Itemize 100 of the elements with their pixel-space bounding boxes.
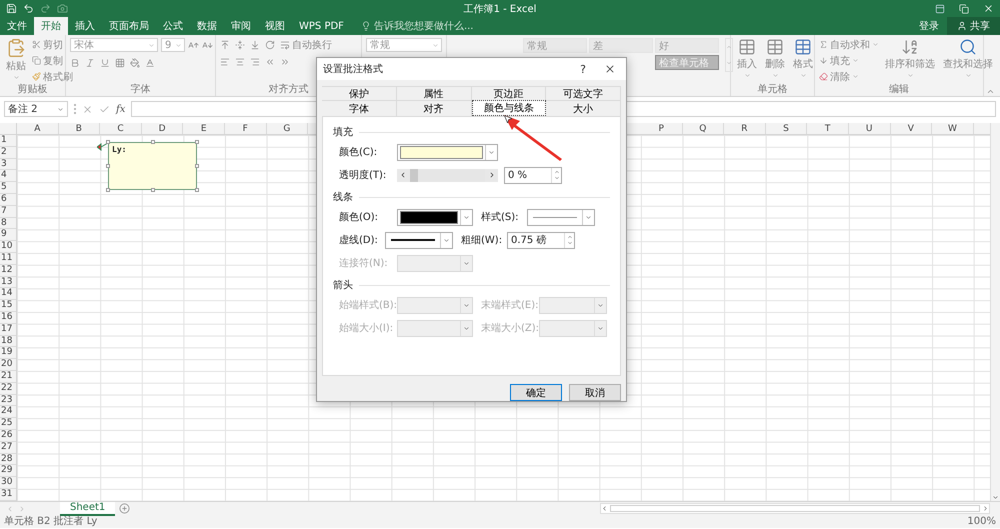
dialog-button[interactable]: 取消	[569, 384, 621, 401]
row-header[interactable]: 17	[0, 324, 16, 336]
font-shrink-icon[interactable]	[202, 40, 213, 50]
align-top-icon[interactable]	[220, 40, 230, 50]
ribbon-tab[interactable]: 开始	[34, 17, 68, 35]
row-header[interactable]: 9	[0, 229, 16, 242]
dialog-button[interactable]: 确定	[510, 384, 562, 401]
dialog-tab[interactable]: 页边距	[472, 86, 546, 100]
align-left-icon[interactable]	[220, 57, 230, 67]
zoom-level[interactable]: 100%	[967, 516, 996, 528]
undo-icon[interactable]	[23, 3, 34, 14]
ribbon-tab[interactable]: 视图	[258, 17, 292, 35]
row-header[interactable]: 5	[0, 182, 16, 194]
row-header[interactable]: 19	[0, 347, 16, 360]
row-header[interactable]: 25	[0, 418, 16, 430]
align-bottom-icon[interactable]	[250, 40, 260, 50]
spin-field[interactable]: 0 %	[504, 166, 562, 184]
resize-handle[interactable]	[106, 188, 110, 192]
row-header[interactable]: 26	[0, 430, 16, 442]
dialog-tab[interactable]: 对齐	[396, 100, 472, 116]
ribbon-display-icon[interactable]	[935, 4, 945, 14]
column-header[interactable]: R	[724, 123, 766, 134]
ribbon-tab[interactable]: 页面布局	[102, 17, 156, 35]
add-sheet-icon[interactable]	[119, 503, 130, 514]
align-right-icon[interactable]	[250, 57, 260, 67]
row-header[interactable]: 14	[0, 288, 16, 300]
help-button[interactable]: ?	[576, 62, 590, 76]
ribbon-tab[interactable]: 审阅	[224, 17, 258, 35]
resize-handle[interactable]	[195, 164, 199, 168]
horizontal-scrollbar[interactable]	[600, 503, 990, 514]
comment-box[interactable]: Ly:	[108, 142, 197, 190]
font-color-icon[interactable]	[145, 58, 155, 68]
color-dropdown[interactable]	[397, 208, 473, 226]
collapse-icon[interactable]	[986, 87, 995, 96]
dropdown[interactable]	[397, 296, 473, 314]
sheet-tab[interactable]: Sheet1	[60, 502, 116, 516]
ribbon-tab[interactable]: 插入	[68, 17, 102, 35]
underline-icon[interactable]	[100, 58, 110, 68]
next-sheet-icon[interactable]	[18, 504, 26, 513]
dropdown[interactable]	[539, 296, 607, 314]
dialog-tab[interactable]: 大小	[546, 100, 621, 116]
dropdown[interactable]	[397, 254, 473, 272]
orientation-icon[interactable]	[265, 40, 275, 50]
dialog-tab[interactable]: 保护	[322, 86, 397, 100]
dialog-tab[interactable]: 颜色与线条	[472, 100, 546, 116]
ribbon-tab[interactable]: WPS PDF	[292, 17, 351, 35]
spin-field[interactable]: 0.75 磅	[507, 232, 575, 248]
ribbon-tab[interactable]: 文件	[0, 17, 34, 35]
column-header[interactable]: T	[807, 123, 849, 134]
restore-icon[interactable]	[959, 4, 969, 14]
dialog-tab[interactable]: 可选文字	[546, 86, 621, 100]
row-header[interactable]: 12	[0, 264, 16, 277]
row-header[interactable]: 4	[0, 170, 16, 182]
row-header[interactable]: 20	[0, 359, 16, 371]
row-header[interactable]: 22	[0, 382, 16, 395]
share-button[interactable]: 共享	[947, 17, 1000, 35]
close-icon[interactable]	[983, 3, 994, 14]
resize-handle[interactable]	[106, 164, 110, 168]
row-header[interactable]: 1	[0, 135, 16, 147]
save-icon[interactable]	[6, 3, 17, 14]
row-header[interactable]: 13	[0, 276, 16, 288]
column-header[interactable]: W	[932, 123, 974, 134]
row-header[interactable]: 18	[0, 336, 16, 348]
row-header[interactable]: 3	[0, 158, 16, 170]
column-header[interactable]: F	[224, 123, 267, 134]
row-header[interactable]: 2	[0, 146, 16, 159]
dialog-tab[interactable]: 字体	[322, 100, 397, 116]
row-header[interactable]: 30	[0, 477, 16, 489]
row-header[interactable]: 23	[0, 394, 16, 406]
line-dropdown[interactable]	[385, 232, 453, 248]
ribbon-tab[interactable]: 数据	[190, 17, 224, 35]
row-header[interactable]: 27	[0, 442, 16, 454]
row-header[interactable]: 11	[0, 252, 16, 265]
row-header[interactable]: 10	[0, 241, 16, 253]
column-header[interactable]: V	[890, 123, 932, 134]
slider-thumb[interactable]	[410, 168, 418, 182]
dropdown[interactable]	[397, 320, 473, 336]
border-icon[interactable]	[115, 58, 125, 68]
color-dropdown[interactable]	[397, 144, 498, 160]
resize-handle[interactable]	[151, 188, 155, 192]
cancel-icon[interactable]	[82, 104, 93, 114]
outdent-icon[interactable]	[265, 57, 275, 67]
row-header[interactable]: 21	[0, 370, 16, 383]
bold-icon[interactable]	[70, 58, 80, 68]
resize-handle[interactable]	[106, 140, 110, 144]
previous-sheet-icon[interactable]	[6, 504, 14, 513]
check-icon[interactable]	[99, 104, 110, 114]
name-box[interactable]: 备注 2	[4, 101, 68, 117]
indent-icon[interactable]	[280, 57, 290, 67]
dropdown[interactable]	[539, 320, 607, 336]
fill-bucket-icon[interactable]	[130, 58, 140, 68]
resize-handle[interactable]	[195, 140, 199, 144]
row-header[interactable]: 24	[0, 406, 16, 418]
insert-function-button[interactable]: fx	[116, 104, 126, 114]
column-header[interactable]: A	[17, 123, 59, 134]
resize-handle[interactable]	[151, 140, 155, 144]
row-header[interactable]: 15	[0, 300, 16, 312]
column-header[interactable]: Q	[682, 123, 724, 134]
camera-icon[interactable]	[57, 3, 68, 14]
vertical-scrollbar[interactable]	[990, 123, 1000, 501]
